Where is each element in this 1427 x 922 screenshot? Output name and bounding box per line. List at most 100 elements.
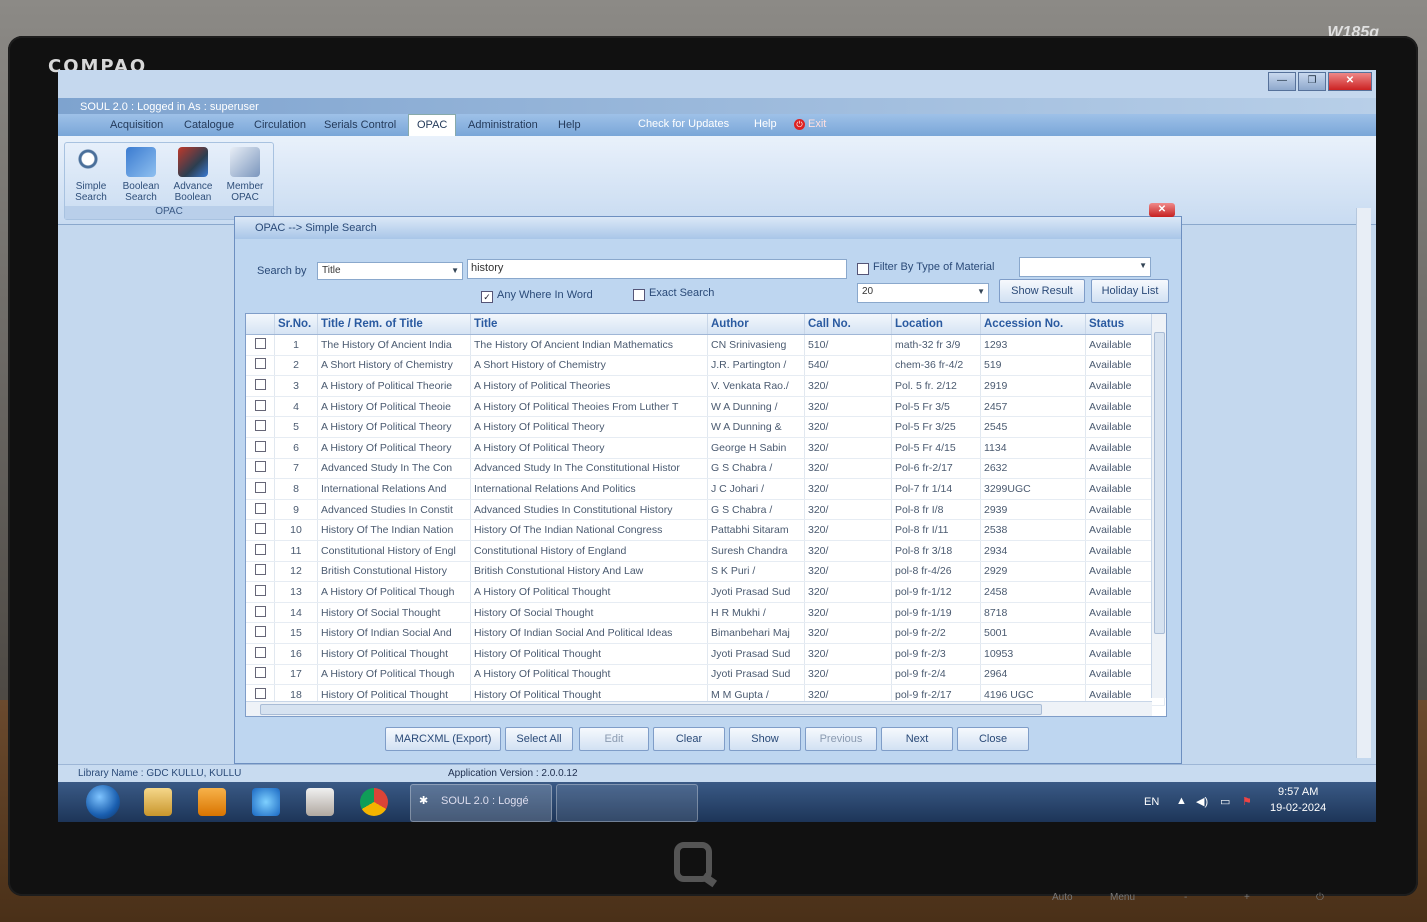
table-row[interactable]: 10 History Of The Indian Nation History Of… (246, 519, 1165, 541)
dialog-close-icon[interactable]: ✕ (1149, 203, 1175, 217)
tab-opac[interactable]: OPAC (408, 114, 457, 136)
close-window-button[interactable]: ✕ (1328, 72, 1372, 91)
tab-administration[interactable]: Administration (468, 119, 538, 131)
row-checkbox[interactable] (254, 502, 266, 514)
media-player-icon[interactable] (198, 788, 226, 816)
search-input[interactable]: history (467, 259, 847, 279)
show-button[interactable]: Show (729, 727, 801, 751)
tab-help[interactable]: Help (558, 119, 581, 131)
table-row[interactable]: 9 Advanced Studies In Constit Advanced Stu… (246, 499, 1165, 521)
monitor-auto-button[interactable]: Auto (1052, 892, 1073, 903)
col-title-rem[interactable]: Title / Rem. of Title (317, 314, 471, 335)
close-button[interactable]: Close (957, 727, 1029, 751)
row-checkbox[interactable] (254, 626, 266, 638)
col-call-no[interactable]: Call No. (804, 314, 892, 335)
next-button[interactable]: Next (881, 727, 953, 751)
file-explorer-icon[interactable] (144, 788, 172, 816)
start-button[interactable] (86, 785, 120, 819)
holiday-list-button[interactable]: Holiday List (1091, 279, 1169, 303)
table-row[interactable]: 5A History Of Political Theory A History … (246, 416, 1165, 438)
tab-circulation[interactable]: Circulation (254, 119, 306, 131)
col-accession-no[interactable]: Accession No. (980, 314, 1086, 335)
row-checkbox[interactable] (254, 399, 266, 411)
row-checkbox[interactable] (254, 523, 266, 535)
second-taskbar-button[interactable] (556, 784, 698, 822)
clock-time[interactable]: 9:57 AM (1278, 786, 1318, 798)
exact-search-checkbox[interactable] (633, 289, 645, 301)
table-row[interactable]: 4A History Of Political Theoie A History … (246, 396, 1165, 418)
filter-type-checkbox[interactable] (857, 263, 869, 275)
row-checkbox[interactable] (254, 605, 266, 617)
col-author[interactable]: Author (707, 314, 805, 335)
tab-catalogue[interactable]: Catalogue (184, 119, 234, 131)
table-row[interactable]: 12 British Constutional History British Co… (246, 561, 1165, 583)
clock-date[interactable]: 19-02-2024 (1270, 802, 1326, 814)
marcxml-export-button[interactable]: MARCXML (Export) (385, 727, 501, 751)
internet-explorer-icon[interactable] (252, 788, 280, 816)
simple-search-button[interactable]: Simple Search (67, 147, 115, 203)
table-row[interactable]: 1 The History Of Ancient India The History… (246, 334, 1165, 356)
row-checkbox[interactable] (254, 378, 266, 390)
monitor-plus-button[interactable]: + (1244, 892, 1250, 903)
table-row[interactable]: 13 A History Of Political Though A History… (246, 581, 1165, 603)
edit-button[interactable]: Edit (579, 727, 649, 751)
row-checkbox[interactable] (254, 564, 266, 576)
row-checkbox[interactable] (254, 358, 266, 370)
col-title[interactable]: Title (470, 314, 708, 335)
search-by-select[interactable]: Title ▼ (317, 262, 463, 280)
row-checkbox[interactable] (254, 543, 266, 555)
row-checkbox[interactable] (254, 584, 266, 596)
grid-vertical-thumb[interactable] (1154, 332, 1165, 634)
row-checkbox[interactable] (254, 337, 266, 349)
monitor-minus-button[interactable]: - (1184, 892, 1187, 903)
help-link[interactable]: Help (754, 118, 777, 130)
table-row[interactable]: 7 Advanced Study In The Con Advanced Study… (246, 458, 1165, 480)
minimize-button[interactable]: — (1268, 72, 1296, 91)
grid-vertical-scrollbar[interactable] (1151, 314, 1166, 698)
row-checkbox[interactable] (254, 461, 266, 473)
row-checkbox[interactable] (254, 420, 266, 432)
network-icon[interactable]: ▭ (1220, 795, 1230, 808)
exit-link[interactable]: ⏻ Exit (794, 118, 826, 130)
boolean-search-button[interactable]: Boolean Search (117, 147, 165, 203)
workspace-scrollbar[interactable] (1356, 208, 1371, 758)
grid-horizontal-scrollbar[interactable] (246, 701, 1152, 716)
soul-taskbar-button[interactable]: ✱ SOUL 2.0 : Loggé (410, 784, 552, 822)
check-updates-link[interactable]: Check for Updates (638, 118, 729, 130)
table-row[interactable]: 8 International Relations And Internationa… (246, 478, 1165, 500)
member-opac-button[interactable]: Member OPAC (221, 147, 269, 203)
table-row[interactable]: 2A Short History of Chemistry A Short His… (246, 355, 1165, 377)
col-sr-no[interactable]: Sr.No. (274, 314, 318, 335)
table-row[interactable]: 15 History Of Indian Social And History Of… (246, 622, 1165, 644)
table-row[interactable]: 17 A History Of Political Though A History… (246, 664, 1165, 686)
show-hidden-icons-icon[interactable]: ▲ (1176, 795, 1187, 807)
previous-button[interactable]: Previous (805, 727, 877, 751)
table-row[interactable]: 14 History Of Social Thought History Of So… (246, 602, 1165, 624)
select-all-button[interactable]: Select All (505, 727, 573, 751)
row-checkbox[interactable] (254, 646, 266, 658)
row-checkbox[interactable] (254, 667, 266, 679)
any-where-checkbox[interactable]: ✓ (481, 291, 493, 303)
row-checkbox[interactable] (254, 481, 266, 493)
tab-acquisition[interactable]: Acquisition (110, 119, 163, 131)
table-row[interactable]: 11 Constitutional History of Engl Constitu… (246, 540, 1165, 562)
action-center-flag-icon[interactable]: ⚑ (1242, 795, 1252, 808)
volume-icon[interactable]: ◀) (1196, 795, 1208, 808)
row-checkbox[interactable] (254, 687, 266, 699)
clear-button[interactable]: Clear (653, 727, 725, 751)
language-indicator[interactable]: EN (1144, 796, 1159, 808)
table-row[interactable]: 16 History Of Political Thought History Of… (246, 643, 1165, 665)
table-row[interactable]: 6A History Of Political Theory A History … (246, 437, 1165, 459)
table-row[interactable]: 3A History of Political Theorie A History… (246, 375, 1165, 397)
col-location[interactable]: Location (891, 314, 981, 335)
tab-serials-control[interactable]: Serials Control (324, 119, 396, 131)
maximize-button[interactable]: ❐ (1298, 72, 1326, 91)
monitor-power-icon[interactable]: ⏻ (1316, 892, 1324, 903)
material-type-select[interactable]: ▼ (1019, 257, 1151, 277)
chrome-icon[interactable] (360, 788, 388, 816)
grid-horizontal-thumb[interactable] (260, 704, 1042, 715)
row-checkbox[interactable] (254, 440, 266, 452)
monitor-menu-button[interactable]: Menu (1110, 892, 1135, 903)
show-result-button[interactable]: Show Result (999, 279, 1085, 303)
app-icon[interactable] (306, 788, 334, 816)
